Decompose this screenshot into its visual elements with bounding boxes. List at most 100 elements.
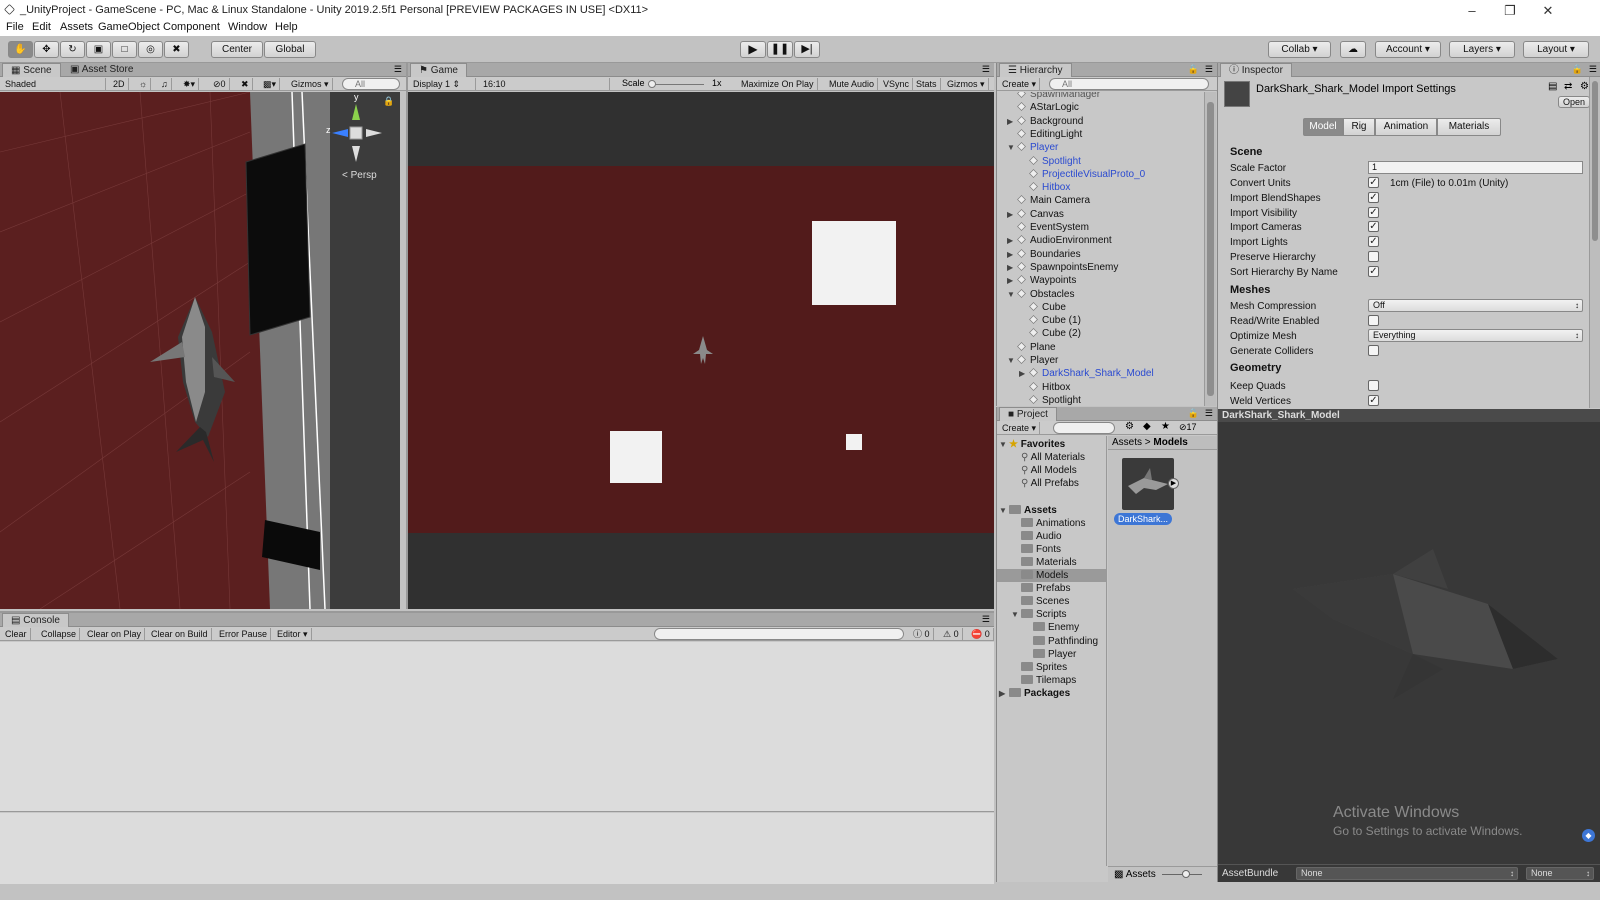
hierarchy-item[interactable]: Plane xyxy=(997,341,1056,354)
import-option-checkbox[interactable] xyxy=(1368,250,1379,262)
hierarchy-item[interactable]: Hitbox xyxy=(997,181,1070,194)
import-option-checkbox[interactable]: ✓ xyxy=(1368,206,1379,218)
hierarchy-item[interactable]: ▶ Waypoints xyxy=(997,274,1076,287)
project-tree-item[interactable]: ⚲ All Models xyxy=(997,464,1106,477)
project-tree-item[interactable]: Models xyxy=(997,569,1106,582)
scale-factor-input[interactable]: 1 xyxy=(1368,161,1583,174)
scene-search-input[interactable]: All xyxy=(342,78,400,90)
scale-tool-icon[interactable]: ▣ xyxy=(86,41,111,58)
tools-icon[interactable]: ✖ xyxy=(238,78,253,90)
hierarchy-item[interactable]: ▼ Obstacles xyxy=(997,288,1074,301)
display-dropdown[interactable]: Display 1 ⇕ xyxy=(410,78,476,90)
readwrite-checkbox[interactable] xyxy=(1368,315,1379,326)
hierarchy-item[interactable]: Spotlight xyxy=(997,394,1081,406)
project-tree-item[interactable]: ⚲ All Materials xyxy=(997,451,1106,464)
hierarchy-item[interactable]: SpawnManager xyxy=(997,92,1100,101)
assetbundle-variant-dropdown[interactable]: None xyxy=(1526,867,1594,880)
scale-slider-handle[interactable] xyxy=(648,80,656,88)
expand-arrow-icon[interactable]: ▶ xyxy=(1007,208,1017,221)
orientation-gizmo-icon[interactable]: y z xyxy=(326,92,386,168)
mute-audio-toggle[interactable]: Mute Audio xyxy=(826,78,879,90)
hierarchy-item[interactable]: EventSystem xyxy=(997,221,1089,234)
hand-tool-icon[interactable]: ✋ xyxy=(8,41,33,58)
project-tree-item[interactable]: ▶ Packages xyxy=(997,687,1106,700)
error-pause-button[interactable]: Error Pause xyxy=(216,628,272,640)
hierarchy-item[interactable]: Cube (1) xyxy=(997,314,1081,327)
mesh-compression-dropdown[interactable]: Off xyxy=(1368,299,1583,312)
project-tree-item[interactable]: Materials xyxy=(997,556,1106,569)
tab-rig[interactable]: Rig xyxy=(1343,118,1375,136)
settings-gear-icon[interactable]: ⚙ xyxy=(1580,81,1589,92)
icon-size-slider-handle[interactable] xyxy=(1182,870,1190,878)
assetbundle-dropdown[interactable]: None xyxy=(1296,867,1518,880)
project-tree-item[interactable]: Prefabs xyxy=(997,582,1106,595)
cloud-icon[interactable]: ☁ xyxy=(1340,41,1366,58)
project-tree-item[interactable]: Enemy xyxy=(997,621,1106,634)
project-lock-icon[interactable]: 🔒 xyxy=(1188,408,1199,419)
optimize-mesh-dropdown[interactable]: Everything xyxy=(1368,329,1583,342)
import-option-checkbox[interactable]: ✓ xyxy=(1368,236,1379,248)
expand-arrow-icon[interactable]: ▼ xyxy=(1007,288,1017,301)
collapse-button[interactable]: Collapse xyxy=(38,628,81,640)
hierarchy-item[interactable]: ▼ Player xyxy=(997,141,1058,154)
hierarchy-menu-icon[interactable]: ☰ xyxy=(1205,64,1213,75)
expand-arrow-icon[interactable]: ▶ xyxy=(1007,234,1017,247)
hierarchy-item[interactable]: Main Camera xyxy=(997,194,1090,207)
menu-gameobject[interactable]: GameObject xyxy=(98,21,160,33)
hierarchy-item[interactable]: ▶ Background xyxy=(997,115,1083,128)
filter-type-icon[interactable]: ⚙ xyxy=(1125,421,1134,432)
scene-gizmos-dropdown[interactable]: Gizmos ▾ xyxy=(288,78,333,90)
convert-units-checkbox[interactable]: ✓ xyxy=(1368,177,1379,188)
hierarchy-item[interactable]: ▶ DarkShark_Shark_Model xyxy=(997,367,1154,380)
pivot-center-button[interactable]: Center xyxy=(211,41,263,58)
menu-file[interactable]: File xyxy=(6,21,24,33)
import-option-checkbox[interactable]: ✓ xyxy=(1368,192,1379,203)
tab-hierarchy[interactable]: ☰ Hierarchy xyxy=(999,63,1072,77)
panel-menu-icon[interactable]: ☰ xyxy=(394,64,402,75)
hidden-packages-icon[interactable]: ⊘17 xyxy=(1179,422,1197,433)
2d-toggle[interactable]: 2D xyxy=(110,78,129,90)
maximize-on-play-toggle[interactable]: Maximize On Play xyxy=(738,78,818,90)
console-search-input[interactable] xyxy=(654,628,904,640)
game-gizmos-dropdown[interactable]: Gizmos ▾ xyxy=(944,78,989,90)
hierarchy-scrollbar[interactable] xyxy=(1204,92,1216,406)
expand-arrow-icon[interactable]: ▶ xyxy=(1007,248,1017,261)
console-menu-icon[interactable]: ☰ xyxy=(982,614,990,625)
expand-arrow-icon[interactable]: ▶ xyxy=(1019,367,1029,380)
camera-icon[interactable]: ▩▾ xyxy=(260,78,281,90)
hierarchy-item[interactable]: Cube (2) xyxy=(997,327,1081,340)
clear-button[interactable]: Clear xyxy=(2,628,31,640)
vsync-toggle[interactable]: VSync xyxy=(880,78,914,90)
project-tree-item[interactable]: ▼ Assets xyxy=(997,504,1106,517)
expand-arrow-icon[interactable]: ▼ xyxy=(1011,608,1021,621)
hierarchy-item[interactable]: ▶ Canvas xyxy=(997,208,1064,221)
hierarchy-item[interactable]: AStarLogic xyxy=(997,101,1079,114)
expand-arrow-icon[interactable]: ▶ xyxy=(999,687,1009,700)
tab-materials[interactable]: Materials xyxy=(1437,118,1501,136)
project-tree-item[interactable]: Scenes xyxy=(997,595,1106,608)
collab-button[interactable]: Collab ▾ xyxy=(1268,41,1331,58)
hierarchy-item[interactable]: ProjectileVisualProto_0 xyxy=(997,168,1145,181)
stats-toggle[interactable]: Stats xyxy=(913,78,941,90)
open-button[interactable]: Open xyxy=(1558,96,1590,108)
expand-arrow-icon[interactable]: ▶ xyxy=(1007,261,1017,274)
asset-expand-icon[interactable]: ▶ xyxy=(1168,478,1179,489)
pivot-global-button[interactable]: Global xyxy=(264,41,316,58)
rect-tool-icon[interactable]: □ xyxy=(112,41,137,58)
menu-assets[interactable]: Assets xyxy=(60,21,93,33)
breadcrumb-models[interactable]: Models xyxy=(1153,437,1187,448)
project-create-dropdown[interactable]: Create ▾ xyxy=(999,422,1041,434)
favorite-icon[interactable]: ★ xyxy=(1161,421,1170,432)
asset-label-darkshark[interactable]: DarkShark... xyxy=(1114,513,1173,525)
aspect-dropdown[interactable]: 16:10 xyxy=(480,78,610,90)
error-count-toggle[interactable]: ⛔ 0 xyxy=(968,628,994,640)
console-log-area[interactable] xyxy=(0,642,994,812)
pause-button[interactable]: ❚❚ xyxy=(767,41,793,58)
tab-inspector[interactable]: ⓘ Inspector xyxy=(1220,63,1292,77)
project-tree-item[interactable]: ⚲ All Prefabs xyxy=(997,477,1106,490)
hierarchy-item[interactable]: ▶ Boundaries xyxy=(997,248,1081,261)
help-icon[interactable]: ▤ xyxy=(1548,81,1557,92)
hierarchy-item[interactable]: Spotlight xyxy=(997,155,1081,168)
hierarchy-create-dropdown[interactable]: Create ▾ xyxy=(999,78,1041,90)
rotate-tool-icon[interactable]: ↻ xyxy=(60,41,85,58)
